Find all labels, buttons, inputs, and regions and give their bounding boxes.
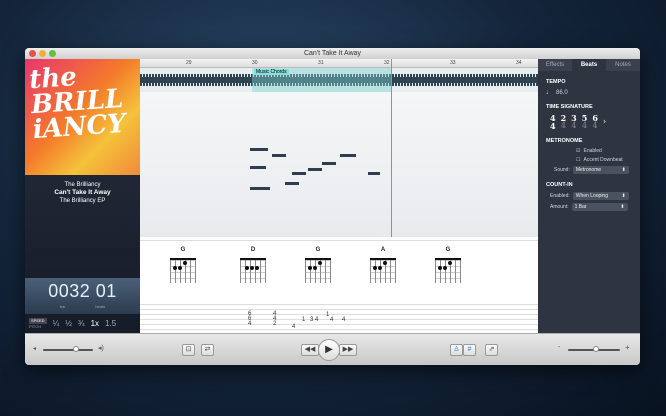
speed-quarter[interactable]: ¼ <box>53 319 60 328</box>
chord-diagram[interactable]: G <box>303 247 333 283</box>
ruler-mark: 32 <box>384 60 390 66</box>
loop-region[interactable]: Music Chords <box>252 68 391 92</box>
song-panel: theBRILLiANCY The Brilliancy Can't Take … <box>25 59 140 333</box>
time-sig-6-4[interactable]: 64 <box>592 114 598 130</box>
tempo-heading: TEMPO <box>546 79 640 85</box>
accent-label: Accent Downbeat <box>583 157 622 163</box>
waveform[interactable]: Music Chords <box>140 68 538 92</box>
region-label: Music Chords <box>254 69 289 75</box>
tempo-value[interactable]: 86.0 <box>556 90 568 96</box>
spectrogram[interactable] <box>140 92 538 237</box>
enabled-label: Enabled <box>583 148 601 154</box>
volume-low-icon: ◂ <box>33 345 36 352</box>
tab-beats[interactable]: Beats <box>572 59 606 71</box>
tab-effects[interactable]: Effects <box>538 59 572 71</box>
ruler-mark: 29 <box>186 60 192 66</box>
accent-checkbox[interactable]: ☐ <box>576 157 580 163</box>
speed-1-5x[interactable]: 1.5 <box>105 319 116 328</box>
volume-slider[interactable] <box>43 349 93 351</box>
speed-three-quarter[interactable]: ¾ <box>78 319 85 328</box>
pitch-toggle[interactable]: PITCH <box>29 324 47 330</box>
artist: The Brilliancy <box>25 181 140 189</box>
window-title: Can't Take It Away <box>304 50 361 57</box>
rewind-button[interactable]: ◀◀ <box>301 344 319 356</box>
loop-button[interactable]: ⇄ <box>201 344 214 356</box>
tablature[interactable]: 664 442 4 134 144 <box>140 300 538 333</box>
count-in-heading: COUNT-IN <box>546 182 640 188</box>
beat-label: beats <box>95 304 105 309</box>
chord-diagram[interactable]: D <box>238 247 268 283</box>
album-name: The Brilliancy EP <box>25 197 140 205</box>
fast-forward-button[interactable]: ▶▶ <box>339 344 357 356</box>
song-title: Can't Take It Away <box>25 189 140 197</box>
close-button[interactable] <box>29 50 36 57</box>
minimize-button[interactable] <box>39 50 46 57</box>
transport-bar: ◂ ◂) ⊡ ⇄ ◀◀ ▶ ▶▶ ♙ # ⇗ - + <box>25 333 640 365</box>
zoom-in-icon: + <box>625 343 630 352</box>
album-art: theBRILLiANCY <box>25 59 140 175</box>
count-in-enabled-label: Enabled: <box>550 193 570 199</box>
sound-select[interactable]: Metronome⬍ <box>573 166 629 174</box>
time-sig-5-4[interactable]: 54 <box>582 114 588 130</box>
editor: 29 30 31 32 33 34 Music Chords G D G A G… <box>140 59 538 333</box>
speed-1x[interactable]: 1x <box>91 319 99 328</box>
play-button[interactable]: ▶ <box>318 339 340 361</box>
chevron-right-icon[interactable]: › <box>603 114 606 130</box>
enabled-checkbox[interactable]: ☑ <box>576 148 580 154</box>
speed-control: SPEEDPITCH ¼ ½ ¾ 1x 1.5 <box>25 314 140 333</box>
volume-high-icon: ◂) <box>98 344 104 352</box>
ruler-mark: 33 <box>450 60 456 66</box>
app-window: Can't Take It Away theBRILLiANCY The Bri… <box>25 48 640 365</box>
timeline-ruler[interactable]: 29 30 31 32 33 34 <box>140 59 538 68</box>
metronome-view-button[interactable]: ♙ <box>450 344 463 356</box>
ruler-mark: 34 <box>516 60 522 66</box>
counter-value: 0032 01 <box>25 278 140 304</box>
chord-diagram[interactable]: G <box>433 247 463 283</box>
chord-diagrams: G D G A G <box>140 240 538 300</box>
sound-label: Sound: <box>554 167 570 173</box>
time-signature-heading: TIME SIGNATURE <box>546 104 640 110</box>
bar-label: bar <box>60 304 66 309</box>
ruler-mark: 30 <box>252 60 258 66</box>
playhead[interactable] <box>391 59 392 237</box>
grid-view-button[interactable]: # <box>463 344 476 356</box>
zoom-button[interactable] <box>49 50 56 57</box>
speed-half[interactable]: ½ <box>65 319 72 328</box>
zoom-out-icon: - <box>558 344 560 351</box>
inspector-panel: Effects Beats Notes TEMPO ♩86.0 TIME SIG… <box>538 59 640 333</box>
time-sig-3-4[interactable]: 34 <box>571 114 577 130</box>
chord-diagram[interactable]: G <box>168 247 198 283</box>
zoom-slider[interactable] <box>568 349 620 351</box>
tab-notes[interactable]: Notes <box>606 59 640 71</box>
count-in-select[interactable]: When Looping⬍ <box>573 192 629 200</box>
chord-diagram[interactable]: A <box>368 247 398 283</box>
amount-select[interactable]: 1 Bar⬍ <box>572 203 628 211</box>
share-button[interactable]: ⇗ <box>485 344 498 356</box>
quarter-note-icon: ♩ <box>546 89 553 96</box>
ruler-mark: 31 <box>318 60 324 66</box>
add-marker-button[interactable]: ⊡ <box>182 344 195 356</box>
time-sig-2-4[interactable]: 24 <box>561 114 567 130</box>
amount-label: Amount: <box>550 204 569 210</box>
position-counter: 0032 01 bar beats <box>25 278 140 314</box>
speed-toggle[interactable]: SPEED <box>29 318 47 324</box>
title-bar: Can't Take It Away <box>25 48 640 59</box>
metronome-heading: METRONOME <box>546 138 640 144</box>
time-sig-4-4[interactable]: 44 <box>550 114 556 130</box>
